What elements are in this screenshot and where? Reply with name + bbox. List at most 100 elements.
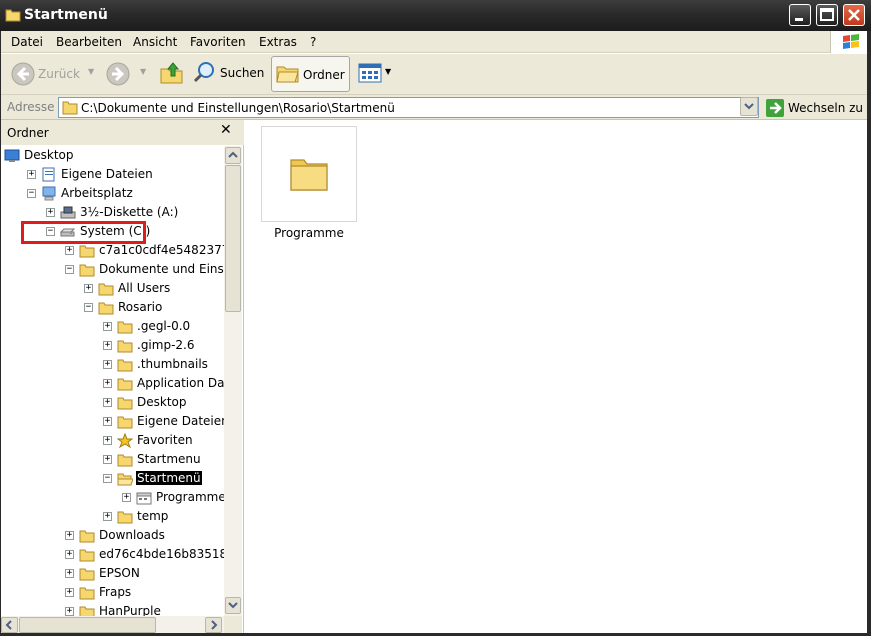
tree-expand-icon[interactable]: + [103,360,112,369]
tree-expand-icon[interactable]: + [65,569,74,578]
tree-item[interactable]: + Fraps [0,583,224,602]
folder-icon [98,302,114,315]
tree-item-label: Application Data [137,376,224,390]
go-arrow-icon [766,99,784,117]
tree-item[interactable]: − Startmenü [0,469,224,488]
folder-icon [117,416,133,429]
tree-expand-icon[interactable]: + [84,284,93,293]
menu-datei[interactable]: Datei [11,35,43,49]
scroll-left-button[interactable] [1,617,18,633]
tree-expand-icon[interactable]: + [122,493,131,502]
content-item-programme[interactable]: Programme [245,120,373,244]
item-label: Programme [274,226,344,240]
scroll-up-button[interactable] [225,147,241,164]
folder-icon [117,359,133,372]
scroll-down-button[interactable] [225,597,241,614]
menu-help[interactable]: ? [310,35,316,49]
menu-extras[interactable]: Extras [259,35,297,49]
close-button[interactable] [843,4,865,26]
folder-pane-close-icon[interactable]: ✕ [220,122,232,138]
folder-icon [117,511,133,524]
horizontal-scroll-thumb[interactable] [19,617,156,633]
maximize-button[interactable] [816,4,838,26]
folder-icon [117,397,133,410]
window-border-right [867,31,871,636]
item-thumbnail [261,126,357,222]
back-button[interactable]: Zurück ▼ [8,62,94,88]
tree-item[interactable]: + temp [0,507,224,526]
tree-expand-icon[interactable]: + [27,170,36,179]
chevron-right-icon [211,620,218,630]
tree-item[interactable]: + .gimp-2.6 [0,336,224,355]
tree-item[interactable]: − Rosario [0,298,224,317]
tree-collapse-icon[interactable]: − [84,303,93,312]
tree-item[interactable]: + Programme [0,488,224,507]
tree-item[interactable]: + Favoriten [0,431,224,450]
tree-item[interactable]: Desktop [0,146,224,165]
address-bar: Adresse C:\Dokumente und Einstellungen\R… [0,95,871,120]
tree-item[interactable]: + .thumbnails [0,355,224,374]
tree-item[interactable]: + Application Data [0,374,224,393]
tree-item[interactable]: + Startmenu [0,450,224,469]
tree-item[interactable]: + HanPurple [0,602,224,616]
tree-item[interactable]: + Downloads [0,526,224,545]
scroll-right-button[interactable] [205,617,222,633]
menu-favoriten[interactable]: Favoriten [190,35,246,49]
tree-item-label: .gegl-0.0 [137,319,191,333]
menu-bearbeiten[interactable]: Bearbeiten [56,35,122,49]
tree-expand-icon[interactable]: + [103,436,112,445]
address-dropdown-button[interactable] [740,97,758,116]
tree-item-label: .gimp-2.6 [137,338,195,352]
tree-item[interactable]: + All Users [0,279,224,298]
tree-item[interactable]: + EPSON [0,564,224,583]
tree-expand-icon[interactable]: + [103,455,112,464]
tree-item[interactable]: + .gegl-0.0 [0,317,224,336]
tree-expand-icon[interactable]: + [46,208,55,217]
tree-collapse-icon[interactable]: − [65,265,74,274]
views-button[interactable]: ▼ [358,62,396,86]
folder-icon [79,606,95,616]
tree-expand-icon[interactable]: + [65,550,74,559]
views-dropdown-icon[interactable]: ▼ [385,67,391,76]
folder-icon [290,159,328,191]
tree-collapse-icon[interactable]: − [27,189,36,198]
back-arrow-icon [11,62,35,86]
tree-expand-icon[interactable]: + [65,246,74,255]
tree-item[interactable]: + Eigene Dateien [0,412,224,431]
desktop-icon [4,149,20,162]
tree-vertical-scrollbar[interactable] [224,146,242,616]
tree-expand-icon[interactable]: + [103,341,112,350]
tree-item[interactable]: + Desktop [0,393,224,412]
forward-button[interactable]: ▼ [106,62,150,88]
menu-bar: Datei Bearbeiten Ansicht Favoriten Extra… [0,31,871,53]
scroll-thumb[interactable] [225,165,241,312]
tree-item[interactable]: − Dokumente und Einstellu [0,260,224,279]
tree-item[interactable]: + Eigene Dateien [0,165,224,184]
tree-item[interactable]: − Arbeitsplatz [0,184,224,203]
forward-dropdown-icon[interactable]: ▼ [140,67,146,76]
minimize-button[interactable] [789,4,811,26]
tree-item-label: HanPurple [99,604,161,616]
tree-item-label: Programme [156,490,224,504]
back-dropdown-icon[interactable]: ▼ [88,67,94,76]
tree-item[interactable]: + ed76c4bde16b835186fe6 [0,545,224,564]
search-button[interactable]: Suchen [192,60,266,88]
folders-button[interactable]: Ordner [271,56,350,92]
tree-expand-icon[interactable]: + [103,417,112,426]
title-bar[interactable]: Startmenü [0,0,871,31]
tree-expand-icon[interactable]: + [103,398,112,407]
tree-expand-icon[interactable]: + [65,531,74,540]
tree-expand-icon[interactable]: + [103,322,112,331]
address-input[interactable]: C:\Dokumente und Einstellungen\Rosario\S… [58,97,759,118]
tree-expand-icon[interactable]: + [65,588,74,597]
tree-collapse-icon[interactable]: − [103,474,112,483]
tree-expand-icon[interactable]: + [103,379,112,388]
menu-ansicht[interactable]: Ansicht [133,35,177,49]
tree-item[interactable]: +3½-Diskette (A:) [0,203,224,222]
tree-horizontal-scrollbar[interactable] [0,616,224,633]
forward-arrow-icon [106,62,130,86]
up-folder-button[interactable] [159,60,185,88]
folder-icon [79,568,95,581]
tree-expand-icon[interactable]: + [65,607,74,616]
tree-expand-icon[interactable]: + [103,512,112,521]
